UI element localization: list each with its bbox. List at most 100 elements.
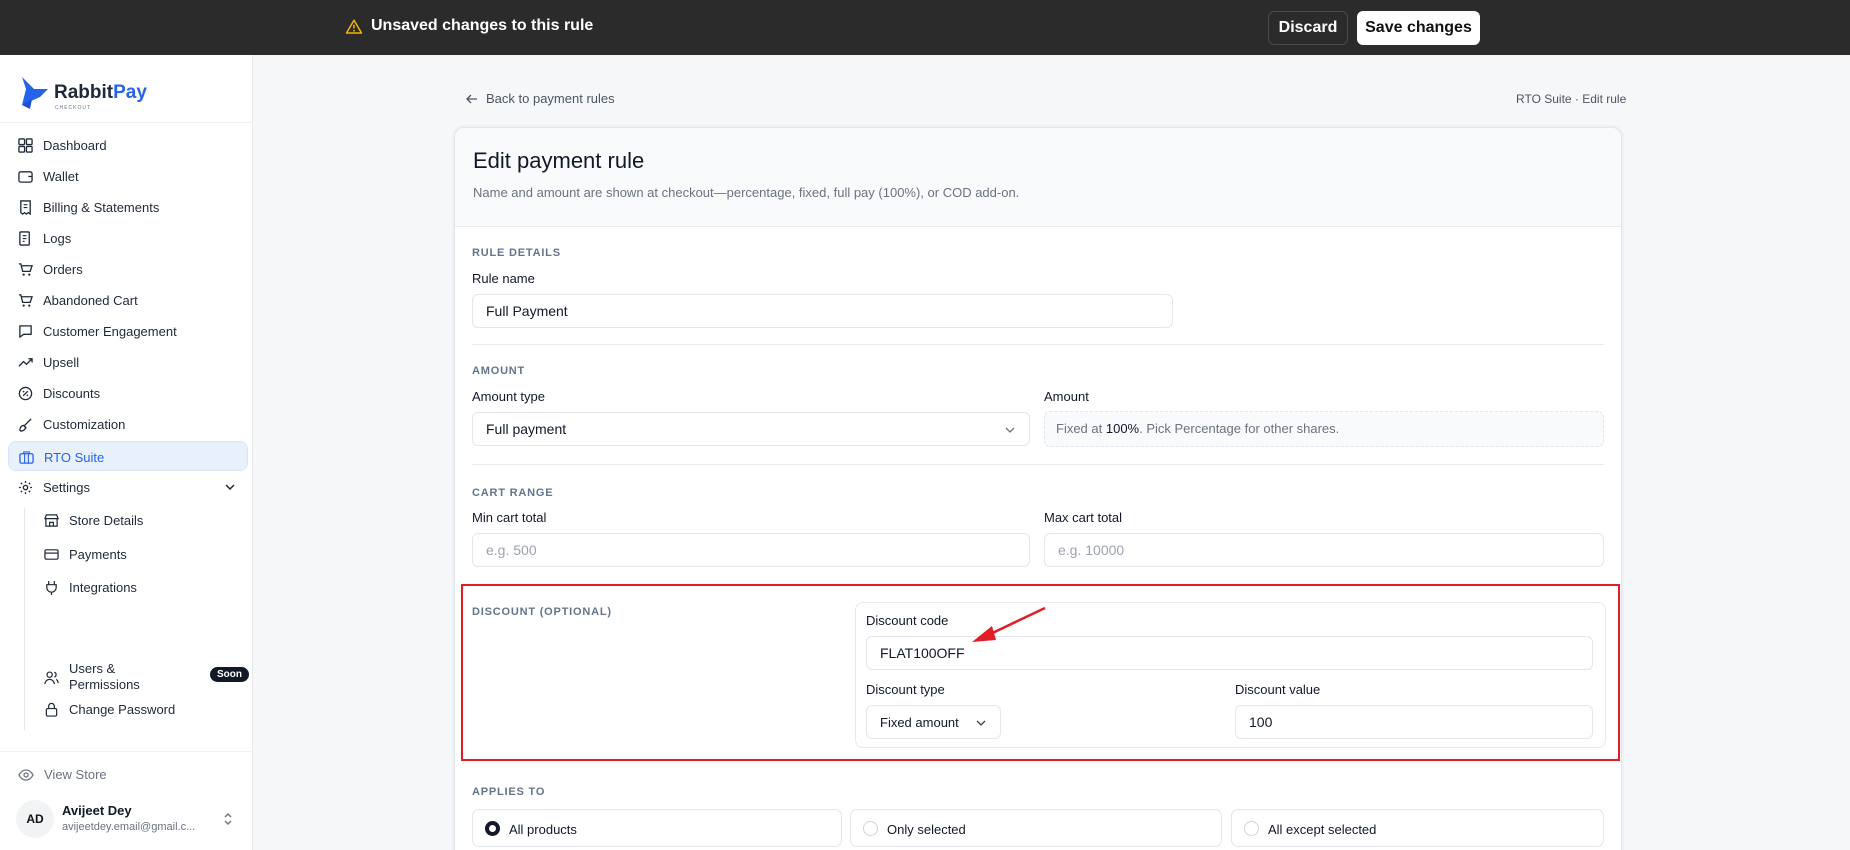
divider [472, 344, 1604, 345]
discount-type-select[interactable]: Fixed amount [866, 705, 1001, 739]
sidebar-item-store-details[interactable]: Store Details [36, 513, 236, 531]
dashboard-icon [18, 138, 33, 153]
eye-icon [18, 769, 34, 781]
amount-note: Fixed at 100%. Pick Percentage for other… [1044, 411, 1604, 447]
divider [472, 464, 1604, 465]
radio-label: All products [509, 822, 577, 837]
sidebar-item-label: Wallet [43, 169, 79, 184]
brand-name: RabbitPay [54, 82, 147, 103]
radio-unselected-icon [1244, 821, 1259, 836]
sidebar: RabbitPay CHECKOUT Dashboard Wallet Bill… [0, 55, 253, 850]
discard-button[interactable]: Discard [1268, 11, 1348, 45]
sidebar-item-upsell[interactable]: Upsell [8, 347, 248, 377]
rule-name-input[interactable]: Full Payment [472, 294, 1173, 328]
discount-type-label: Discount type [866, 682, 945, 697]
radio-unselected-icon [863, 821, 878, 836]
sidebar-item-customization[interactable]: Customization [8, 409, 248, 439]
divider [0, 122, 253, 123]
rabbitpay-logo[interactable]: RabbitPay CHECKOUT [20, 75, 180, 111]
card-header: Edit payment rule Name and amount are sh… [455, 128, 1621, 227]
store-icon [44, 514, 59, 527]
discount-value-label: Discount value [1235, 682, 1321, 697]
sidebar-item-orders[interactable]: Orders [8, 254, 248, 284]
user-name: Avijeet Dey [62, 803, 132, 818]
back-to-payment-rules-link[interactable]: Back to payment rules [466, 91, 615, 106]
section-discount: DISCOUNT (OPTIONAL) [472, 606, 612, 618]
radio-only-selected[interactable]: Only selected [850, 809, 1222, 847]
arrow-left-icon [466, 94, 477, 104]
red-arrow-annotation [972, 606, 1046, 642]
discount-code-label: Discount code [866, 613, 949, 628]
discount-icon [18, 386, 33, 401]
lock-icon [45, 702, 58, 717]
amount-label: Amount [1044, 389, 1089, 404]
section-rule-details: RULE DETAILS [472, 247, 561, 259]
sidebar-item-label: Payments [69, 547, 127, 562]
chat-icon [19, 325, 32, 338]
sidebar-item-logs[interactable]: Logs [8, 223, 248, 253]
section-amount: AMOUNT [472, 365, 526, 377]
user-email: avijeetdey.email@gmail.c... [62, 821, 196, 833]
sidebar-item-label: Dashboard [43, 138, 107, 153]
radio-selected-icon [485, 821, 500, 836]
save-changes-button[interactable]: Save changes [1357, 11, 1480, 45]
sidebar-item-label: Users & Permissions [69, 661, 140, 692]
view-store-link[interactable]: View Store [18, 767, 138, 785]
sidebar-item-label: Discounts [43, 386, 101, 401]
min-cart-input[interactable]: e.g. 500 [472, 533, 1030, 567]
discount-value-input[interactable]: 100 [1235, 705, 1593, 739]
sidebar-item-label: Customer Engagement [43, 324, 177, 339]
unsaved-message: Unsaved changes to this rule [371, 17, 594, 34]
amount-type-select[interactable]: Full payment [472, 412, 1030, 446]
cart-icon [18, 263, 33, 276]
sidebar-item-label: Orders [43, 262, 83, 277]
radio-all-products[interactable]: All products [472, 809, 842, 847]
warning-icon [345, 19, 363, 34]
sidebar-item-label: Change Password [69, 702, 176, 717]
sidebar-item-customer-engagement[interactable]: Customer Engagement [8, 316, 248, 346]
sidebar-item-label: Logs [43, 231, 72, 246]
sidebar-item-wallet[interactable]: Wallet [8, 161, 248, 191]
chevron-down-icon [1005, 427, 1015, 433]
chevron-down-icon [976, 720, 986, 726]
sidebar-item-integrations[interactable]: Integrations [36, 580, 236, 598]
rule-name-label: Rule name [472, 271, 535, 286]
sidebar-item-change-password[interactable]: Change Password [36, 702, 236, 720]
submenu-guide [24, 508, 25, 730]
sidebar-item-discounts[interactable]: Discounts [8, 378, 248, 408]
sidebar-item-dashboard[interactable]: Dashboard [8, 130, 248, 160]
receipt-icon [20, 200, 31, 215]
soon-badge: Soon [210, 667, 249, 682]
max-cart-input[interactable]: e.g. 10000 [1044, 533, 1604, 567]
sidebar-item-label: Billing & Statements [43, 200, 160, 215]
max-cart-label: Max cart total [1044, 510, 1123, 525]
plug-icon [46, 580, 57, 595]
sidebar-item-settings[interactable]: Settings [8, 472, 248, 502]
sidebar-item-billing[interactable]: Billing & Statements [8, 192, 248, 222]
radio-all-except-selected[interactable]: All except selected [1231, 809, 1604, 847]
sidebar-item-rto-suite[interactable]: RTO Suite [8, 441, 248, 471]
sidebar-item-label: Settings [43, 480, 90, 495]
sidebar-item-label: Integrations [69, 580, 137, 595]
chevron-up-down-icon [224, 813, 232, 825]
avatar: AD [16, 800, 54, 838]
discount-type-value: Fixed amount [880, 715, 959, 730]
sidebar-item-users-permissions[interactable]: Users & Permissions Soon [36, 661, 249, 695]
card-icon [44, 549, 59, 560]
sidebar-item-payments[interactable]: Payments [36, 547, 236, 565]
wallet-icon [18, 171, 33, 183]
user-menu[interactable]: AD Avijeet Dey avijeetdey.email@gmail.c.… [16, 800, 241, 840]
rabbit-logo-icon [22, 77, 48, 109]
page-title: Edit payment rule [473, 148, 645, 173]
sidebar-item-abandoned-cart[interactable]: Abandoned Cart [8, 285, 248, 315]
radio-label: Only selected [887, 822, 966, 837]
breadcrumb: RTO Suite · Edit rule [1516, 92, 1627, 106]
radio-label: All except selected [1268, 822, 1377, 837]
brand-subtitle: CHECKOUT [55, 105, 92, 111]
brush-icon [19, 418, 32, 432]
page-description: Name and amount are shown at checkout—pe… [473, 185, 1020, 200]
section-cart-range: CART RANGE [472, 487, 554, 499]
view-store-label: View Store [44, 767, 107, 782]
suitcase-icon [19, 451, 34, 464]
unsaved-changes-bar: Unsaved changes to this rule Discard Sav… [0, 0, 1850, 55]
